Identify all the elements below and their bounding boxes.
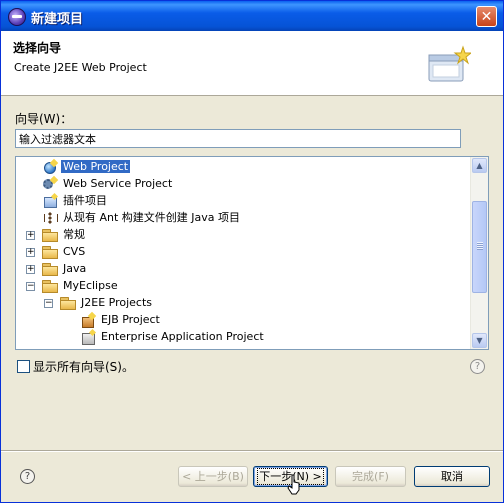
web-service-icon [42,177,58,191]
tree-item-label: Web Service Project [63,177,173,190]
tree-item-myeclipse[interactable]: MyEclipse [42,277,120,294]
tree-item-plugin-project[interactable]: 插件项目 [42,192,109,209]
tree-item-web-service-project[interactable]: Web Service Project [42,175,174,192]
window-title: 新建项目 [31,12,84,27]
tree-item-j2ee-projects[interactable]: J2EE Projects [60,294,154,311]
chevron-up-icon: ▲ [476,161,483,170]
tree-item-java[interactable]: Java [42,260,88,277]
expand-toggle-java[interactable]: + [26,265,35,274]
finish-button[interactable]: 完成(F) [335,466,406,487]
wizard-header: 选择向导 Create J2EE Web Project [1,31,503,96]
tree-vertical-scrollbar[interactable]: ▲ ▼ [470,157,488,349]
tree-item-ejb-project[interactable]: EJB Project [80,311,162,328]
web-project-icon [42,160,58,174]
help-button-icon[interactable]: ? [20,469,35,484]
folder-icon [42,263,58,276]
collapse-toggle-j2ee-projects[interactable]: − [44,299,53,308]
tree-item-general[interactable]: 常规 [42,226,87,243]
scroll-up-button[interactable]: ▲ [472,158,487,173]
wizard-page-title: 选择向导 [13,41,62,55]
finish-button-label: 完成(F) [352,470,389,483]
tree-item-cvs[interactable]: CVS [42,243,87,260]
folder-icon [60,297,76,310]
wizard-filter-input[interactable] [15,129,461,148]
expand-toggle-cvs[interactable]: + [26,248,35,257]
ejb-project-icon [80,313,96,328]
cancel-button[interactable]: 取消 [414,466,490,487]
tree-item-label: MyEclipse [63,279,118,292]
tree-item-label: 常规 [63,228,85,241]
tree-item-label: CVS [63,245,86,258]
close-icon: ✕ [480,9,493,25]
title-bar[interactable]: 新建项目 ✕ [1,1,503,31]
scroll-down-button[interactable]: ▼ [472,333,487,348]
cancel-button-label: 取消 [441,470,463,483]
mouse-pointer-icon [287,474,300,495]
tree-item-label: J2EE Projects [81,296,153,309]
grip-icon [477,242,483,250]
collapse-toggle-myeclipse[interactable]: − [26,282,35,291]
eclipse-icon [8,8,26,26]
wizard-filter-label: 向导(W)： [15,112,73,126]
tree-item-ant-java-project[interactable]: 从现有 Ant 构建文件创建 Java 项目 [42,209,242,226]
tree-item-enterprise-application-project[interactable]: Enterprise Application Project [80,328,266,345]
tree-item-label: 从现有 Ant 构建文件创建 Java 项目 [63,211,241,224]
chevron-down-icon: ▼ [476,336,483,345]
back-button[interactable]: < 上一步(B) [178,466,248,487]
ant-icon [42,211,58,225]
folder-icon [42,229,58,242]
help-icon: ? [470,359,485,374]
scroll-thumb[interactable] [472,201,487,293]
wizard-page-description: Create J2EE Web Project [14,61,147,74]
show-all-wizards-label: 显示所有向导(S)。 [33,360,134,374]
show-all-wizards-option[interactable]: 显示所有向导(S)。 [17,358,134,375]
tree-item-web-project[interactable]: Web Project [42,158,131,175]
close-button[interactable]: ✕ [476,6,497,27]
expand-toggle-general[interactable]: + [26,231,35,240]
tree-item-label: Enterprise Application Project [101,330,264,343]
wizard-tree[interactable]: Web Project Web Service Project 插件项目 从现有… [15,156,489,350]
enterprise-app-icon [80,330,96,345]
folder-icon [42,246,58,259]
back-button-label: < 上一步(B) [182,470,244,483]
tree-item-label: Java [63,262,87,275]
tree-item-label: 插件项目 [63,194,107,207]
show-all-wizards-checkbox[interactable] [17,360,30,373]
tree-item-label: EJB Project [101,313,160,326]
new-project-wizard-banner-icon [428,45,471,82]
footer-separator [1,450,503,452]
folder-icon [42,280,58,293]
tree-item-label: Web Project [61,160,131,173]
new-project-dialog: 新建项目 ✕ 选择向导 Create J2EE Web Project 向导(W… [0,0,504,503]
plugin-project-icon [42,194,58,208]
